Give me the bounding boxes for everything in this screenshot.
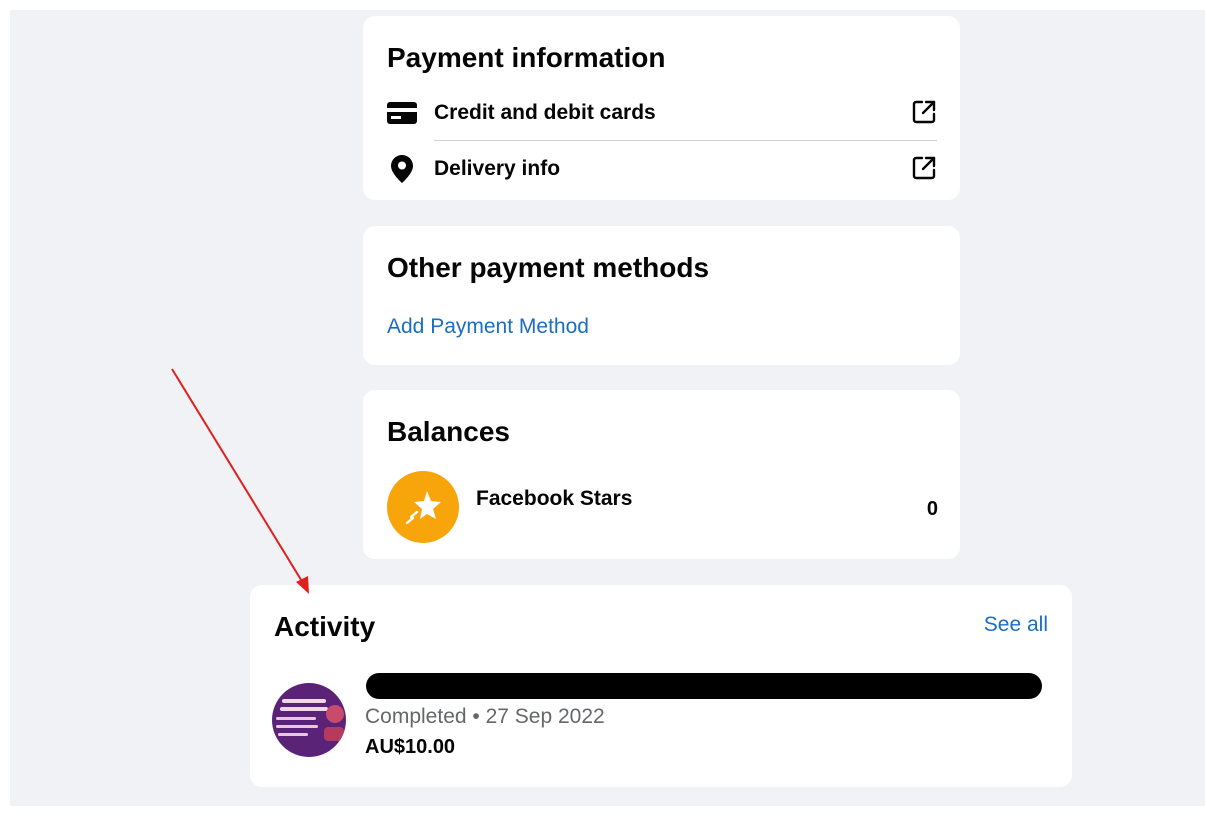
add-payment-method-link[interactable]: Add Payment Method	[387, 315, 589, 339]
stars-icon	[387, 471, 459, 543]
redacted-title	[366, 673, 1042, 699]
delivery-info-label: Delivery info	[434, 157, 561, 180]
balance-name: Facebook Stars	[476, 487, 633, 510]
balances-card: Balances Facebook Stars 0	[363, 390, 960, 559]
credit-debit-cards-row[interactable]: Credit and debit cards	[363, 88, 960, 138]
other-payment-methods-card: Other payment methods Add Payment Method	[363, 226, 960, 365]
activity-title: Activity	[274, 611, 376, 642]
payment-information-title: Payment information	[387, 42, 666, 73]
external-link-icon[interactable]	[910, 154, 938, 182]
location-pin-icon	[387, 154, 417, 184]
see-all-link[interactable]: See all	[984, 613, 1048, 637]
other-payment-methods-title: Other payment methods	[387, 252, 710, 283]
credit-card-icon	[387, 98, 417, 128]
activity-amount: AU$10.00	[365, 736, 456, 758]
activity-thumbnail	[272, 683, 346, 757]
activity-card: Activity See all Completed • 27 Sep 2022…	[250, 585, 1072, 787]
credit-debit-cards-label: Credit and debit cards	[434, 101, 656, 124]
activity-status: Completed • 27 Sep 2022	[365, 705, 605, 728]
payment-information-card: Payment information Credit and debit car…	[363, 16, 960, 200]
delivery-info-row[interactable]: Delivery info	[363, 144, 960, 194]
balance-value: 0	[926, 498, 938, 520]
balances-title: Balances	[387, 416, 510, 447]
external-link-icon[interactable]	[910, 98, 938, 126]
row-divider	[434, 140, 937, 141]
